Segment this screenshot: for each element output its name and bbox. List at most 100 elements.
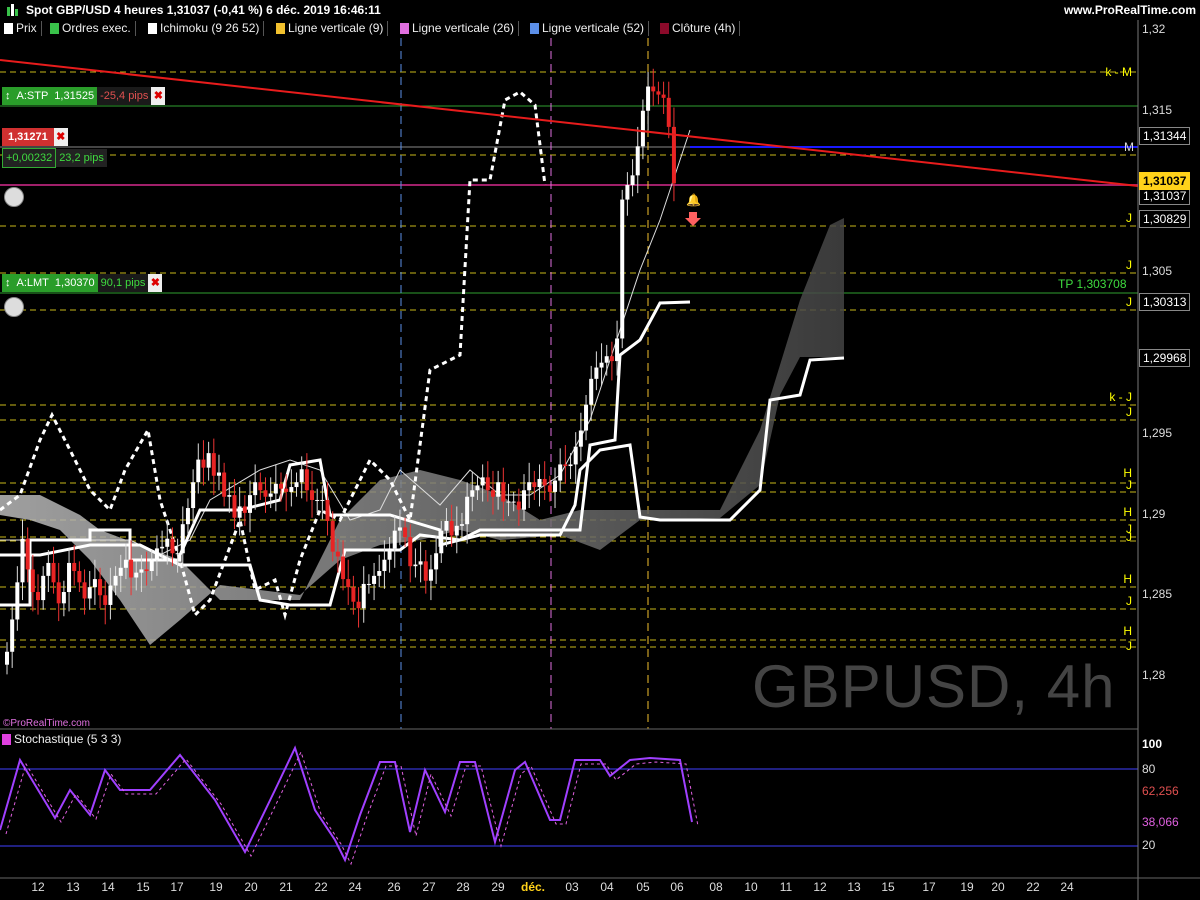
price-chart[interactable]: 🔔 <box>0 0 1200 900</box>
legend-swatch-icon <box>660 23 669 34</box>
limit-order-box[interactable]: ↕ A:LMT 1,30370 90,1 pips ✖ <box>2 274 163 292</box>
candle-body <box>263 490 268 497</box>
vertical-lines <box>400 38 649 729</box>
time-tick-label: 15 <box>881 880 895 894</box>
level-label: J <box>1126 639 1132 653</box>
candle-body <box>36 592 41 601</box>
move-icon[interactable]: ↕ <box>2 274 14 292</box>
chart-title: Spot GBP/USD 4 heures 1,31037 (-0,41 %) … <box>26 3 381 17</box>
stochastic-label: Stochastique (5 3 3) <box>14 732 122 746</box>
candle-body <box>459 524 464 526</box>
alert-bell-icon: 🔔 <box>686 193 701 207</box>
legend-label: Ligne verticale (26) <box>412 21 515 35</box>
candle-body <box>356 601 361 609</box>
candle-body <box>584 404 589 431</box>
candle-body <box>134 572 139 578</box>
candle-body <box>609 356 614 362</box>
candle-body <box>485 477 490 491</box>
stoch-tag: 62,256 <box>1142 784 1179 798</box>
current-price-tag: 1,31037 <box>1139 171 1191 190</box>
candle-body <box>330 520 335 552</box>
title-bar: Spot GBP/USD 4 heures 1,31037 (-0,41 %) … <box>0 0 1200 20</box>
stoch-tick-label: 80 <box>1142 762 1156 776</box>
stochastic-panel <box>0 745 1138 866</box>
position-box[interactable]: 1,31271 ✖ <box>2 128 68 146</box>
candle-body <box>630 175 635 186</box>
legend-item[interactable]: Prix <box>2 21 42 36</box>
indicator-legend: Prix Ordres exec. Ichimoku (9 26 52) Ligne … <box>0 20 1200 38</box>
candle-body <box>403 527 408 538</box>
candle-body <box>382 559 387 572</box>
candle-body <box>118 567 123 576</box>
level-label: J <box>1126 530 1132 544</box>
price-tick-label: 1,285 <box>1142 587 1173 602</box>
candle-body <box>294 482 299 488</box>
price-tick-label: 1,305 <box>1142 264 1173 279</box>
downtrend-line <box>0 59 1139 187</box>
time-tick-label: 19 <box>209 880 223 894</box>
legend-item[interactable]: Ligne verticale (52) <box>528 21 650 36</box>
cancel-limit-button[interactable]: ✖ <box>148 274 163 292</box>
candle-body <box>470 490 475 497</box>
candle-body <box>15 582 20 620</box>
time-tick-label: 22 <box>1026 880 1040 894</box>
candle-body <box>185 508 190 525</box>
candle-body <box>594 367 599 379</box>
price-tick-label: 1,32 <box>1142 22 1166 36</box>
price-tick-label: 1,29 <box>1142 506 1166 521</box>
legend-item[interactable]: Ichimoku (9 26 52) <box>146 21 265 36</box>
candle-body <box>123 559 128 568</box>
level-label: J <box>1126 594 1132 608</box>
move-icon[interactable]: ↕ <box>2 87 14 105</box>
candle-body <box>30 569 35 593</box>
candle-body <box>573 446 578 465</box>
legend-item[interactable]: Ligne verticale (9) <box>274 21 389 36</box>
candle-body <box>604 356 609 363</box>
candle-body <box>366 583 371 585</box>
candle-body <box>640 110 645 147</box>
time-tick-label: 27 <box>422 880 436 894</box>
candle-body <box>237 506 242 518</box>
candle-body <box>51 562 56 583</box>
candle-body <box>490 490 495 497</box>
level-label: H <box>1123 572 1132 586</box>
candle-body <box>542 478 547 486</box>
stop-order-box[interactable]: ↕ A:STP 1,31525 -25,4 pips ✖ <box>2 87 166 105</box>
time-tick-label: 12 <box>31 880 45 894</box>
stop-order-pips: -25,4 pips <box>97 87 152 105</box>
candle-body <box>620 199 625 339</box>
candle-body <box>108 585 113 605</box>
candle-body <box>41 575 46 601</box>
candle-body <box>227 495 232 497</box>
limit-order-pips: 90,1 pips <box>97 274 149 292</box>
candle-body <box>103 595 108 605</box>
position-pips: 23,2 pips <box>56 149 107 167</box>
legend-label: Ligne verticale (9) <box>288 21 384 35</box>
candle-body <box>304 469 309 491</box>
candle-body <box>216 472 221 476</box>
candle-body <box>377 571 382 576</box>
candle-body <box>325 499 330 521</box>
candle-body <box>289 487 294 492</box>
legend-item[interactable]: Ordres exec. <box>48 21 136 36</box>
candle-body <box>537 478 542 488</box>
ichimoku-lines <box>0 90 845 621</box>
candle-body <box>206 453 211 468</box>
candle-body <box>553 480 558 492</box>
time-tick-label: 15 <box>136 880 150 894</box>
candle-body <box>397 527 402 531</box>
chart-type-icon[interactable] <box>6 3 20 17</box>
cancel-stop-button[interactable]: ✖ <box>151 87 166 105</box>
alert-bell-icon[interactable] <box>4 187 24 207</box>
candle-body <box>547 485 552 492</box>
alert-bell-icon[interactable] <box>4 297 24 317</box>
time-tick-label: 10 <box>744 880 758 894</box>
level-label: J <box>1126 405 1132 419</box>
legend-item[interactable]: Ligne verticale (26) <box>398 21 520 36</box>
price-tag: 1,30829 <box>1139 210 1191 229</box>
legend-label: Prix <box>16 21 37 35</box>
brand-link[interactable]: www.ProRealTime.com <box>1064 3 1196 17</box>
close-position-button[interactable]: ✖ <box>53 128 68 146</box>
legend-item[interactable]: Clôture (4h) <box>658 21 741 36</box>
candle-body <box>646 86 651 111</box>
